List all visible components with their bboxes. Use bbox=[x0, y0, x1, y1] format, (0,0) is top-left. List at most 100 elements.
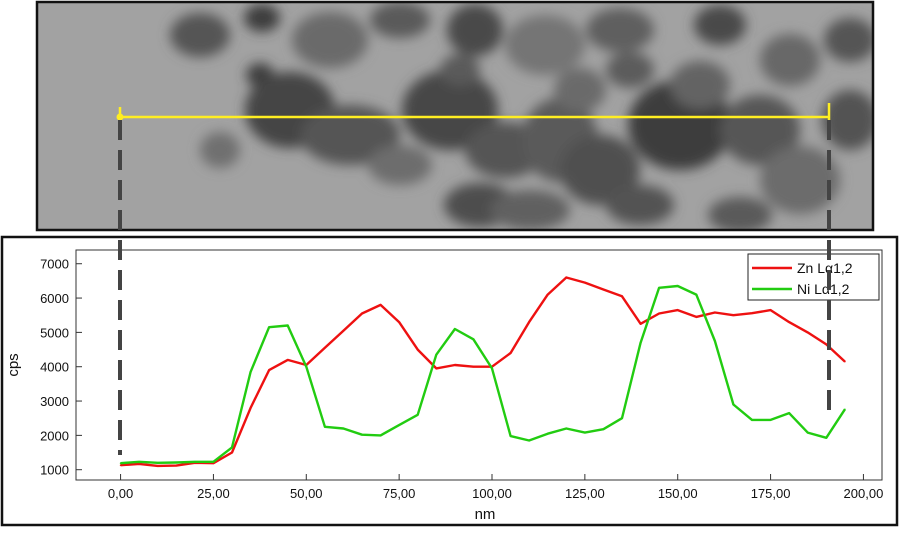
ni-data-point bbox=[249, 371, 252, 373]
zn-data-point bbox=[602, 288, 605, 291]
zn-data-point bbox=[695, 316, 698, 318]
y-axis-title: cps bbox=[5, 353, 22, 376]
x-tick-label: 125,00 bbox=[565, 486, 605, 501]
ni-data-point bbox=[454, 328, 456, 330]
zn-data-point bbox=[676, 309, 679, 311]
zn-data-point bbox=[844, 360, 846, 363]
ni-data-point bbox=[342, 427, 345, 430]
zn-data-point bbox=[472, 365, 475, 368]
ni-data-point bbox=[509, 435, 512, 437]
line-scan-start-point bbox=[116, 113, 124, 121]
ni-data-point bbox=[472, 338, 475, 341]
tem-micrograph bbox=[35, 0, 875, 232]
y-tick-label: 7000 bbox=[40, 257, 69, 272]
x-axis-title: nm bbox=[475, 506, 496, 523]
zn-data-point bbox=[751, 312, 753, 315]
ni-data-point bbox=[676, 285, 679, 287]
zn-data-point bbox=[416, 348, 419, 351]
zn-data-point bbox=[454, 364, 456, 366]
ni-data-point bbox=[621, 417, 623, 420]
x-tick-label: 175,00 bbox=[751, 486, 791, 501]
legend: Zn Lα1,2 Ni Lα1,2 bbox=[747, 253, 880, 301]
ni-data-point bbox=[695, 293, 698, 296]
particle-blob bbox=[760, 34, 820, 86]
zn-data-point bbox=[361, 312, 363, 315]
particle-blob bbox=[554, 68, 606, 112]
ni-data-point bbox=[324, 426, 326, 428]
ni-data-point bbox=[379, 434, 382, 437]
ni-data-point bbox=[584, 431, 586, 434]
zn-data-point bbox=[546, 293, 549, 296]
zn-data-point bbox=[175, 464, 178, 467]
ni-data-point bbox=[156, 462, 159, 464]
particle-blob bbox=[505, 15, 585, 75]
ni-data-point bbox=[769, 419, 772, 421]
zn-data-point bbox=[268, 369, 270, 371]
ni-data-point bbox=[175, 461, 178, 464]
x-tick-label: 75,00 bbox=[383, 486, 416, 501]
particle-blob bbox=[606, 52, 654, 88]
particle-blob bbox=[694, 5, 746, 45]
particle-blob bbox=[708, 197, 772, 229]
ni-data-point bbox=[844, 408, 846, 411]
zn-data-point bbox=[324, 347, 326, 349]
ni-data-point bbox=[212, 461, 215, 463]
zn-data-point bbox=[509, 352, 512, 354]
y-tick-label: 2000 bbox=[40, 428, 69, 443]
ni-data-point bbox=[435, 353, 438, 356]
zn-data-point bbox=[231, 451, 233, 454]
particle-blob bbox=[490, 190, 570, 229]
zn-data-point bbox=[658, 312, 660, 315]
particle-blob bbox=[170, 13, 230, 57]
zn-data-point bbox=[398, 321, 400, 323]
particle-blob bbox=[368, 145, 432, 185]
zn-data-point bbox=[156, 465, 159, 467]
ni-data-point bbox=[491, 367, 493, 370]
y-tick-label: 1000 bbox=[40, 463, 69, 478]
zn-data-point bbox=[769, 309, 772, 311]
ni-data-point bbox=[806, 431, 809, 434]
zn-data-point bbox=[806, 331, 809, 334]
x-tick-label: 0,00 bbox=[108, 486, 133, 501]
ni-data-point bbox=[194, 461, 196, 463]
ni-data-point bbox=[825, 437, 828, 439]
zn-data-point bbox=[249, 407, 252, 409]
legend-label-zn: Zn Lα1,2 bbox=[797, 260, 853, 276]
particle-blob bbox=[447, 4, 503, 56]
figure-root: 1000 2000 3000 4000 5000 6000 7000 0,00 25,00 50… bbox=[0, 0, 900, 528]
ni-data-point bbox=[732, 403, 735, 406]
zn-data-point bbox=[584, 281, 586, 284]
zn-data-point bbox=[825, 343, 828, 346]
ni-data-point bbox=[528, 439, 530, 442]
ni-data-point bbox=[398, 424, 400, 426]
zn-data-point bbox=[621, 295, 623, 298]
y-tick-label: 5000 bbox=[40, 325, 69, 340]
ni-data-point bbox=[565, 427, 568, 430]
zn-data-point bbox=[565, 276, 568, 279]
x-tick-label: 200,00 bbox=[844, 486, 884, 501]
ni-data-point bbox=[416, 414, 419, 416]
x-tick-label: 50,00 bbox=[290, 486, 323, 501]
particle-blob bbox=[200, 132, 240, 168]
ni-data-point bbox=[119, 462, 122, 465]
ni-data-point bbox=[788, 412, 790, 414]
particle-blob bbox=[670, 61, 730, 109]
zn-data-point bbox=[342, 329, 345, 332]
zn-data-point bbox=[639, 323, 642, 325]
ni-data-point bbox=[714, 340, 716, 342]
y-tick-label: 3000 bbox=[40, 394, 69, 409]
particle-blob bbox=[292, 12, 368, 68]
ni-data-point bbox=[602, 428, 605, 431]
zn-data-point bbox=[714, 311, 716, 314]
zn-data-point bbox=[788, 321, 790, 323]
figure: 1000 2000 3000 4000 5000 6000 7000 0,00 25,00 50… bbox=[0, 0, 899, 527]
x-tick-label: 25,00 bbox=[197, 486, 230, 501]
x-tick-label: 100,00 bbox=[472, 486, 512, 501]
x-tick-label: 150,00 bbox=[658, 486, 698, 501]
ni-data-point bbox=[268, 326, 270, 329]
particle-blob bbox=[586, 8, 654, 52]
zn-data-point bbox=[435, 367, 438, 370]
zn-data-point bbox=[138, 463, 140, 465]
zn-data-point bbox=[379, 304, 382, 306]
particle-blob bbox=[370, 3, 430, 38]
